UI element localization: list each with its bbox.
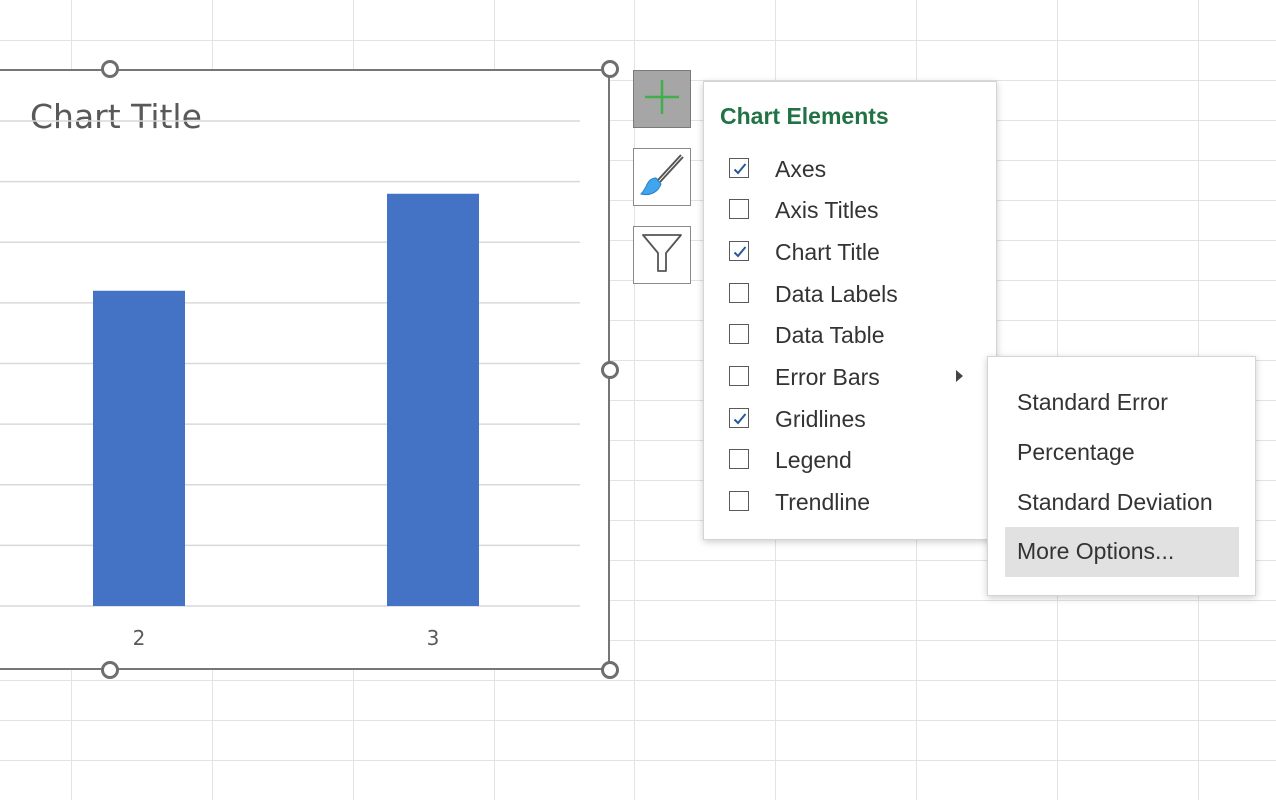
filter-icon [640,231,684,279]
checkmark-icon [733,413,747,425]
chart-element-label: Error Bars [775,364,880,390]
menu-item-percentage[interactable]: Percentage [1005,428,1239,478]
chart-element-data-table[interactable]: Data Table [704,315,996,355]
bar-chart-plot[interactable]: 23 [0,71,612,672]
plus-icon [642,77,682,121]
chart-element-axis-titles[interactable]: Axis Titles [704,190,996,230]
checkbox[interactable] [729,199,749,219]
error-bars-submenu: Standard Error Percentage Standard Devia… [987,356,1256,596]
chart-elements-button[interactable] [633,70,691,128]
menu-item-more-options[interactable]: More Options... [1005,527,1239,577]
chart-element-label: Data Labels [775,281,898,307]
checkmark-icon [733,163,747,175]
chart-area[interactable]: Chart Title 23 [0,69,610,670]
panel-title: Chart Elements [720,103,889,129]
resize-handle-top-right[interactable] [601,60,619,78]
chart-element-label: Axes [775,156,827,182]
chart-element-legend[interactable]: Legend [704,440,996,480]
paintbrush-icon [639,152,685,202]
chart-element-error-bars[interactable]: Error Bars [704,357,996,397]
submenu-arrow-icon[interactable] [956,370,963,382]
checkbox[interactable] [729,491,749,511]
bar[interactable] [93,290,185,606]
checkbox[interactable] [729,241,749,261]
checkbox[interactable] [729,158,749,178]
chart-element-chart-title[interactable]: Chart Title [704,232,996,272]
checkmark-icon [733,246,747,258]
category-tick-label: 2 [133,626,146,650]
chart-filters-button[interactable] [633,226,691,284]
chart-element-data-labels[interactable]: Data Labels [704,274,996,314]
chart-styles-button[interactable] [633,148,691,206]
menu-item-standard-error[interactable]: Standard Error [1005,378,1239,428]
checkbox[interactable] [729,366,749,386]
chart-element-trendline[interactable]: Trendline [704,482,996,522]
resize-handle-top-center[interactable] [101,60,119,78]
category-tick-label: 3 [427,626,440,650]
chart-element-label: Data Table [775,322,885,348]
chart-elements-panel: Chart Elements Axes Axis Titles Chart Ti… [703,81,997,540]
bar[interactable] [387,193,479,606]
chart-element-label: Legend [775,447,852,473]
checkbox[interactable] [729,324,749,344]
chart-element-label: Axis Titles [775,197,879,223]
checkbox[interactable] [729,283,749,303]
chart-element-label: Chart Title [775,239,880,265]
checkbox[interactable] [729,449,749,469]
chart-element-label: Gridlines [775,406,866,432]
resize-handle-bottom-right[interactable] [601,661,619,679]
chart-element-axes[interactable]: Axes [704,149,996,189]
chart-element-gridlines[interactable]: Gridlines [704,399,996,439]
checkbox[interactable] [729,408,749,428]
chart-element-label: Trendline [775,489,871,515]
menu-item-standard-deviation[interactable]: Standard Deviation [1005,478,1239,528]
resize-handle-middle-right[interactable] [601,361,619,379]
resize-handle-bottom-center[interactable] [101,661,119,679]
